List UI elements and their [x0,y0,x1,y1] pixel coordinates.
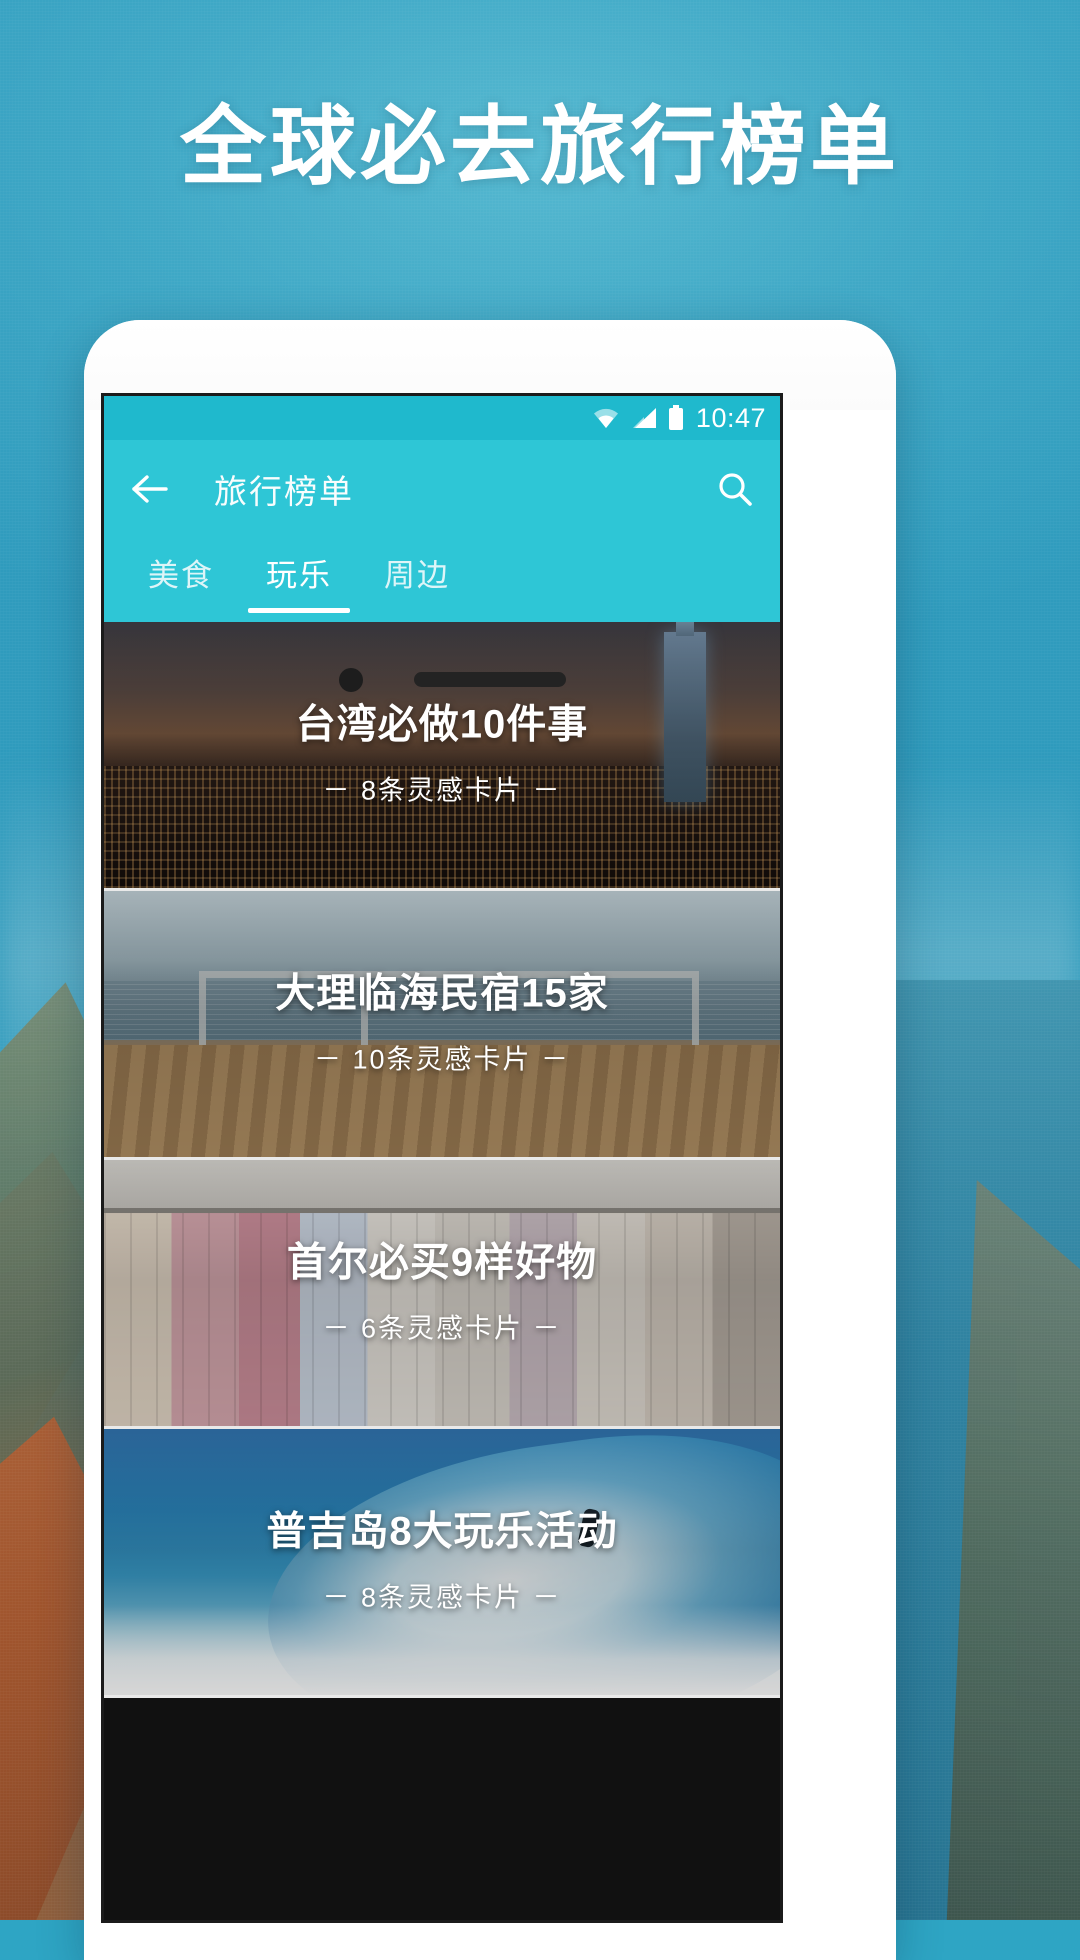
card-text-block: 首尔必买9样好物 － 6条灵感卡片 － [104,1241,780,1346]
card-text-block: 台湾必做10件事 － 8条灵感卡片 － [104,703,780,808]
search-icon[interactable] [716,470,754,508]
status-bar: 10:47 [104,396,780,440]
card-title: 大理临海民宿15家 [275,971,609,1016]
card-subtitle: － 8条灵感卡片 － [322,775,562,806]
status-bar-icons [592,405,684,431]
wifi-icon [592,407,620,429]
list-item[interactable]: 普吉岛8大玩乐活动 － 8条灵感卡片 － [104,1429,780,1698]
card-text-block: 普吉岛8大玩乐活动 － 8条灵感卡片 － [104,1510,780,1615]
arrow-back-icon[interactable] [130,473,170,505]
battery-full-icon [668,405,684,431]
tab-meishi[interactable]: 美食 [122,538,240,595]
list-container: 台湾必做10件事 － 8条灵感卡片 － 大理临海民宿15家 － 10条灵感卡片 … [104,622,780,1698]
card-subtitle: － 6条灵感卡片 － [322,1313,562,1344]
card-title: 首尔必买9样好物 [286,1240,598,1285]
app-bar: 旅行榜单 [104,440,780,538]
list-item[interactable]: 大理临海民宿15家 － 10条灵感卡片 － [104,891,780,1160]
tab-label: 周边 [384,558,450,593]
page-title: 全球必去旅行榜单 [180,99,900,195]
phone-screen: 10:47 旅行榜单 美食 玩乐 周边 台湾必做10件事 － 8条灵感卡片 － … [104,396,780,1920]
list-item[interactable]: 首尔必买9样好物 － 6条灵感卡片 － [104,1160,780,1429]
tab-label: 美食 [148,558,214,593]
earpiece-speaker [414,672,566,687]
tab-zhoubian[interactable]: 周边 [358,538,476,595]
tab-wanle[interactable]: 玩乐 [240,538,358,613]
front-camera-icon [339,668,363,692]
cellular-signal-icon [631,407,657,429]
list-item[interactable]: 台湾必做10件事 － 8条灵感卡片 － [104,622,780,891]
app-bar-title: 旅行榜单 [214,473,354,510]
status-bar-clock: 10:47 [695,402,766,433]
card-subtitle: － 8条灵感卡片 － [322,1582,562,1613]
tab-bar: 美食 玩乐 周边 [104,538,780,622]
card-title: 普吉岛8大玩乐活动 [266,1509,618,1554]
card-subtitle: － 10条灵感卡片 － [313,1044,571,1075]
card-title: 台湾必做10件事 [295,702,589,747]
tab-label: 玩乐 [266,558,332,593]
card-text-block: 大理临海民宿15家 － 10条灵感卡片 － [104,972,780,1077]
